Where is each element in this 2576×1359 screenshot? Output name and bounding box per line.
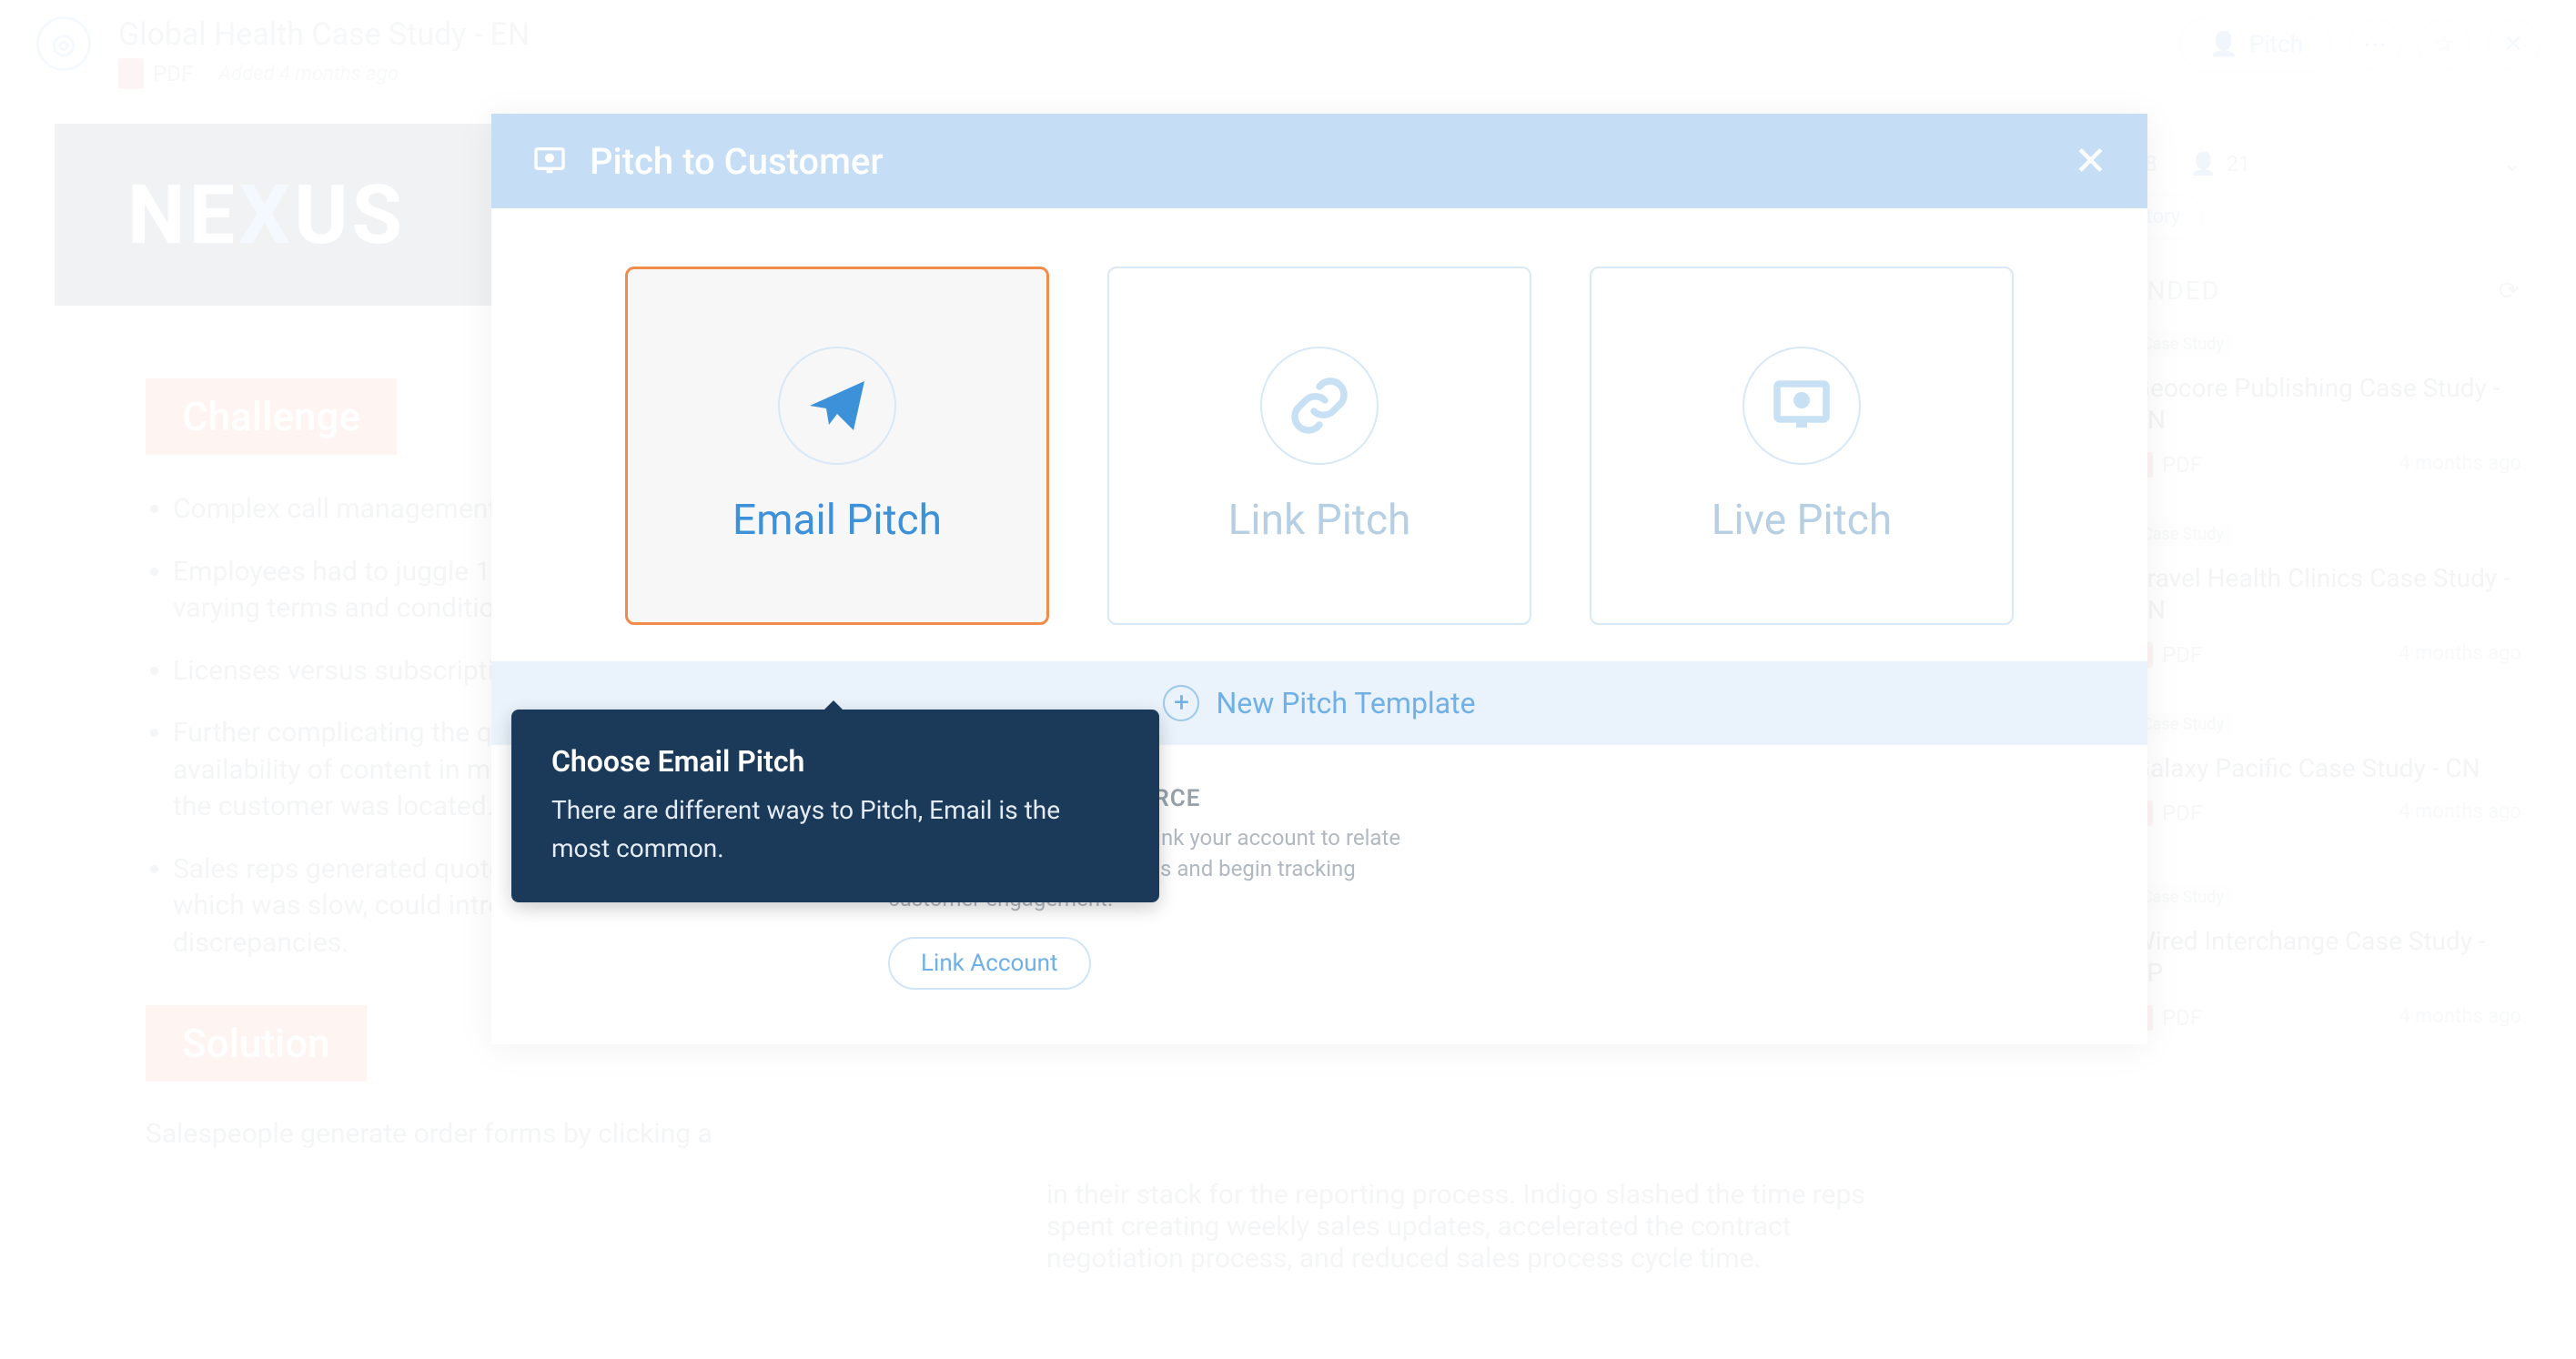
new-pitch-template-label: New Pitch Template xyxy=(1216,686,1475,720)
email-pitch-label: Email Pitch xyxy=(732,496,942,545)
onboarding-tooltip: Choose Email Pitch There are different w… xyxy=(511,710,1159,902)
pitch-icon xyxy=(531,143,568,179)
modal-close-button[interactable]: ✕ xyxy=(2074,137,2107,185)
presentation-icon xyxy=(1743,347,1861,465)
modal-header: Pitch to Customer ✕ xyxy=(491,114,2147,208)
plus-icon: + xyxy=(1163,685,1199,721)
tooltip-title: Choose Email Pitch xyxy=(551,744,1119,779)
link-pitch-label: Link Pitch xyxy=(1228,496,1411,545)
link-icon xyxy=(1260,347,1379,465)
link-account-button[interactable]: Link Account xyxy=(888,937,1091,990)
pitch-modal: Pitch to Customer ✕ Email Pitch Link Pit… xyxy=(491,114,2147,1044)
link-pitch-option[interactable]: Link Pitch xyxy=(1107,267,1531,625)
live-pitch-label: Live Pitch xyxy=(1712,496,1892,545)
paper-plane-icon xyxy=(778,347,896,465)
live-pitch-option[interactable]: Live Pitch xyxy=(1590,267,2014,625)
email-pitch-option[interactable]: Email Pitch xyxy=(625,267,1049,625)
modal-title: Pitch to Customer xyxy=(590,140,884,183)
tooltip-description: There are different ways to Pitch, Email… xyxy=(551,791,1119,868)
